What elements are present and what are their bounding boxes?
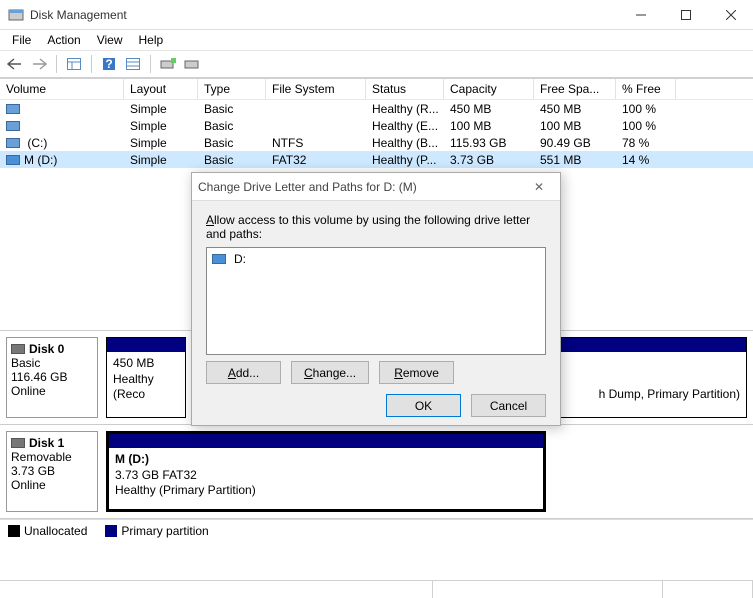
ok-button[interactable]: OK [386, 394, 461, 417]
disk-info[interactable]: Disk 0 Basic 116.46 GB Online [6, 337, 98, 418]
volume-row-selected[interactable]: M (D:) Simple Basic FAT32 Healthy (P... … [0, 151, 753, 168]
add-button[interactable]: Add... [206, 361, 281, 384]
svg-text:?: ? [105, 57, 112, 71]
volume-row[interactable]: Simple Basic Healthy (R... 450 MB 450 MB… [0, 100, 753, 117]
cancel-button[interactable]: Cancel [471, 394, 546, 417]
partition-bar [109, 434, 543, 448]
legend: Unallocated Primary partition [0, 519, 753, 541]
dialog-instruction: Allow access to this volume by using the… [206, 213, 546, 241]
legend-swatch-unallocated [8, 525, 20, 537]
menu-action[interactable]: Action [39, 31, 88, 49]
menubar: File Action View Help [0, 30, 753, 50]
disk-icon [11, 344, 25, 354]
titlebar: Disk Management [0, 0, 753, 30]
col-free[interactable]: Free Spa... [534, 79, 616, 99]
app-icon [8, 7, 24, 23]
window-title: Disk Management [30, 8, 618, 22]
change-button[interactable]: Change... [291, 361, 369, 384]
toolbar-disk2-icon[interactable] [181, 53, 203, 75]
list-item[interactable]: D: [210, 251, 542, 267]
toolbar-disk-icon[interactable] [157, 53, 179, 75]
col-capacity[interactable]: Capacity [444, 79, 534, 99]
statusbar [0, 580, 753, 598]
minimize-button[interactable] [618, 0, 663, 29]
col-filesystem[interactable]: File System [266, 79, 366, 99]
close-button[interactable] [708, 0, 753, 29]
toolbar-list-icon[interactable] [122, 53, 144, 75]
col-status[interactable]: Status [366, 79, 444, 99]
toolbar: ? [0, 50, 753, 78]
forward-button[interactable] [28, 53, 50, 75]
menu-help[interactable]: Help [131, 31, 172, 49]
remove-button[interactable]: Remove [379, 361, 454, 384]
disk-info[interactable]: Disk 1 Removable 3.73 GB Online [6, 431, 98, 512]
legend-swatch-primary [105, 525, 117, 537]
volume-list-header: Volume Layout Type File System Status Ca… [0, 79, 753, 100]
dialog-titlebar: Change Drive Letter and Paths for D: (M)… [192, 173, 560, 201]
volume-row[interactable]: Simple Basic Healthy (E... 100 MB 100 MB… [0, 117, 753, 134]
partition-selected[interactable]: M (D:) 3.73 GB FAT32 Healthy (Primary Pa… [106, 431, 546, 512]
drive-icon [212, 254, 226, 264]
disk-icon [11, 438, 25, 448]
drive-paths-listbox[interactable]: D: [206, 247, 546, 355]
menu-file[interactable]: File [4, 31, 39, 49]
dialog-title: Change Drive Letter and Paths for D: (M) [198, 180, 524, 194]
col-pct[interactable]: % Free [616, 79, 676, 99]
volume-icon [6, 155, 20, 165]
col-volume[interactable]: Volume [0, 79, 124, 99]
col-type[interactable]: Type [198, 79, 266, 99]
disk-row: Disk 1 Removable 3.73 GB Online M (D:) 3… [0, 425, 753, 519]
partition-bar [107, 338, 185, 352]
change-drive-letter-dialog: Change Drive Letter and Paths for D: (M)… [191, 172, 561, 426]
help-icon[interactable]: ? [98, 53, 120, 75]
toolbar-view-icon[interactable] [63, 53, 85, 75]
volume-icon [6, 121, 20, 131]
volume-icon [6, 138, 20, 148]
dialog-close-button[interactable]: ✕ [524, 180, 554, 194]
volume-icon [6, 104, 20, 114]
volume-row[interactable]: (C:) Simple Basic NTFS Healthy (B... 115… [0, 134, 753, 151]
partition[interactable]: 450 MB Healthy (Reco [106, 337, 186, 418]
back-button[interactable] [4, 53, 26, 75]
menu-view[interactable]: View [89, 31, 131, 49]
col-layout[interactable]: Layout [124, 79, 198, 99]
maximize-button[interactable] [663, 0, 708, 29]
